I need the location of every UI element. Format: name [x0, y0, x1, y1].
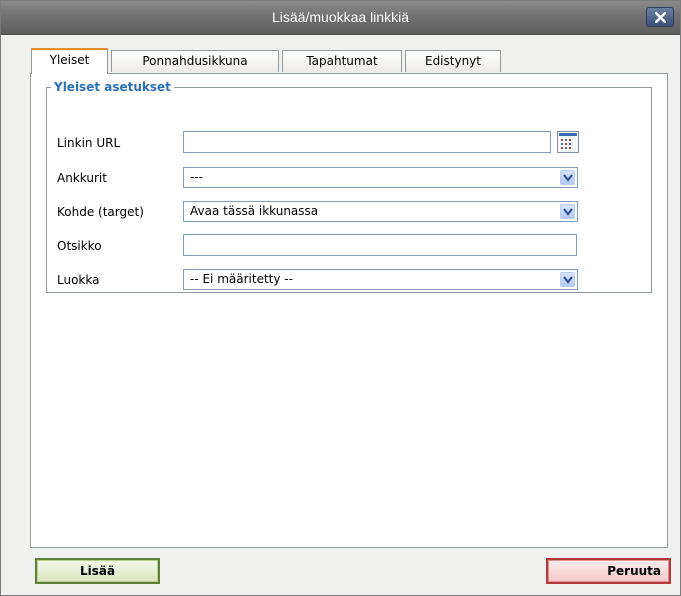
tab-events[interactable]: Tapahtumat — [282, 50, 402, 72]
browse-list-icon — [557, 131, 579, 153]
link-dialog: Lisää/muokkaa linkkiä Yleiset Ponnahdusi… — [0, 0, 681, 596]
chevron-down-icon — [563, 276, 573, 284]
class-dropdown-button[interactable] — [560, 272, 575, 287]
anchors-dropdown-button[interactable] — [560, 170, 575, 185]
class-label: Luokka — [57, 273, 100, 287]
title-label: Otsikko — [57, 239, 102, 253]
general-settings-fieldset: Yleiset asetukset Linkin URL Ankkurit --… — [46, 80, 652, 293]
class-select[interactable]: -- Ei määritetty -- — [183, 269, 578, 290]
class-selected-value: -- Ei määritetty -- — [190, 272, 293, 286]
anchors-select[interactable]: --- — [183, 167, 578, 188]
tab-popup[interactable]: Ponnahdusikkuna — [111, 50, 279, 72]
tab-advanced[interactable]: Edistynyt — [405, 50, 501, 72]
chevron-down-icon — [563, 208, 573, 216]
title-input[interactable] — [183, 234, 577, 256]
dialog-title: Lisää/muokkaa linkkiä — [272, 9, 409, 25]
tab-general[interactable]: Yleiset — [31, 48, 108, 74]
general-settings-legend: Yleiset asetukset — [54, 80, 171, 94]
browse-button[interactable] — [557, 131, 579, 153]
url-input[interactable] — [183, 131, 551, 153]
cancel-button[interactable]: Peruuta — [546, 558, 671, 584]
close-icon — [655, 12, 666, 23]
url-label: Linkin URL — [57, 136, 121, 150]
title-bar: Lisää/muokkaa linkkiä — [1, 1, 680, 35]
target-select[interactable]: Avaa tässä ikkunassa — [183, 201, 578, 222]
target-dropdown-button[interactable] — [560, 204, 575, 219]
target-selected-value: Avaa tässä ikkunassa — [190, 204, 319, 218]
close-button[interactable] — [646, 7, 674, 27]
anchors-selected-value: --- — [190, 170, 203, 184]
chevron-down-icon — [563, 174, 573, 182]
anchors-label: Ankkurit — [57, 171, 107, 185]
target-label: Kohde (target) — [57, 205, 144, 219]
insert-button[interactable]: Lisää — [35, 558, 160, 584]
tab-panel-general: Yleiset asetukset Linkin URL Ankkurit --… — [30, 73, 668, 548]
